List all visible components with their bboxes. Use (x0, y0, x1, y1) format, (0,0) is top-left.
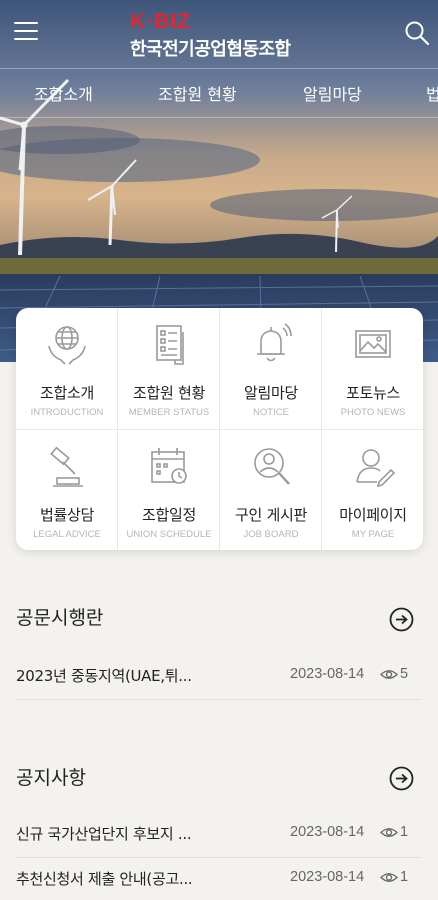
logo-brand: K·BIZ (130, 10, 191, 33)
section-title-official: 공문시행란 (16, 607, 104, 629)
list-item-title: 2023년 중동지역(UAE,튀... (16, 667, 192, 685)
list-item-date: 2023-08-14 (290, 824, 365, 840)
tile-sublabel: MY PAGE (351, 529, 395, 540)
list-item-title: 추천신청서 제출 안내(공고... (16, 870, 193, 888)
eye-icon (380, 670, 398, 679)
nav-item-introduction[interactable]: 조합소개 (34, 81, 93, 105)
gavel-icon (50, 446, 83, 487)
logo-org-name: 한국전기공업협동조합 (130, 39, 291, 60)
tile-notice[interactable]: 알림마당 NOTICE (220, 308, 322, 429)
eye-icon (380, 873, 398, 882)
tile-sublabel: JOB BOARD (243, 529, 299, 540)
search-icon[interactable] (404, 20, 430, 46)
tile-label: 법률상담 (39, 506, 94, 524)
section-title-notice: 공지사항 (16, 767, 86, 789)
list-item-date: 2023-08-14 (290, 869, 365, 885)
tile-sublabel: UNION SCHEDULE (126, 529, 212, 540)
quick-menu-card: 조합소개 INTRODUCTION 조합원 현황 MEMBER STATUS 알… (16, 308, 423, 550)
list-item-views: 5 (400, 666, 409, 682)
tile-sublabel: PHOTO NEWS (340, 407, 406, 418)
app-header: K·BIZ 한국전기공업협동조합 (0, 0, 438, 68)
tile-member-status[interactable]: 조합원 현황 MEMBER STATUS (118, 308, 220, 429)
tile-legal-advice[interactable]: 법률상담 LEGAL ADVICE (16, 430, 118, 550)
tile-label: 조합일정 (141, 506, 196, 524)
tile-sublabel: NOTICE (253, 407, 289, 418)
tile-photo-news[interactable]: 포토뉴스 PHOTO NEWS (322, 308, 423, 429)
tile-job-board[interactable]: 구인 게시판 JOB BOARD (220, 430, 322, 550)
nav-item-legal[interactable]: 법 (426, 81, 438, 105)
list-item-views: 1 (400, 869, 409, 885)
tile-sublabel: LEGAL ADVICE (33, 529, 101, 540)
nav-item-notice[interactable]: 알림마당 (303, 81, 362, 105)
list-item[interactable]: 추천신청서 제출 안내(공고... 2023-08-14 1 (16, 857, 422, 900)
globe-hands-icon (48, 326, 86, 365)
user-edit-icon (356, 449, 396, 488)
tile-label: 구인 게시판 (235, 506, 307, 524)
photo-icon (355, 330, 391, 358)
arrow-right-circle-icon[interactable] (389, 766, 414, 791)
tile-label: 조합원 현황 (133, 384, 205, 402)
list-item-title: 신규 국가산업단지 후보지 ... (16, 825, 192, 843)
tile-sublabel: MEMBER STATUS (128, 407, 210, 418)
nav-item-member-status[interactable]: 조합원 현황 (158, 81, 237, 105)
tile-label: 알림마당 (243, 384, 298, 402)
arrow-right-circle-icon[interactable] (389, 607, 414, 632)
bell-icon (257, 323, 292, 362)
tile-label: 마이페이지 (339, 506, 407, 524)
calendar-icon (151, 448, 187, 484)
eye-icon (380, 828, 398, 837)
logo[interactable]: K·BIZ 한국전기공업협동조합 (130, 10, 320, 60)
hamburger-menu-icon[interactable] (14, 22, 38, 44)
list-item[interactable]: 신규 국가산업단지 후보지 ... 2023-08-14 1 (16, 812, 422, 856)
list-item-date: 2023-08-14 (290, 666, 365, 682)
top-nav: 조합소개 조합원 현황 알림마당 법 (0, 68, 438, 118)
tile-introduction[interactable]: 조합소개 INTRODUCTION (16, 308, 118, 429)
tile-union-schedule[interactable]: 조합일정 UNION SCHEDULE (118, 430, 220, 550)
document-list-icon (156, 325, 184, 365)
person-search-icon (254, 448, 290, 485)
tile-my-page[interactable]: 마이페이지 MY PAGE (322, 430, 423, 550)
tile-sublabel: INTRODUCTION (30, 407, 104, 418)
list-item[interactable]: 2023년 중동지역(UAE,튀... 2023-08-14 5 (16, 654, 422, 698)
list-item-views: 1 (400, 824, 409, 840)
tile-label: 조합소개 (39, 384, 94, 402)
divider (16, 699, 422, 700)
tile-label: 포토뉴스 (345, 384, 400, 402)
